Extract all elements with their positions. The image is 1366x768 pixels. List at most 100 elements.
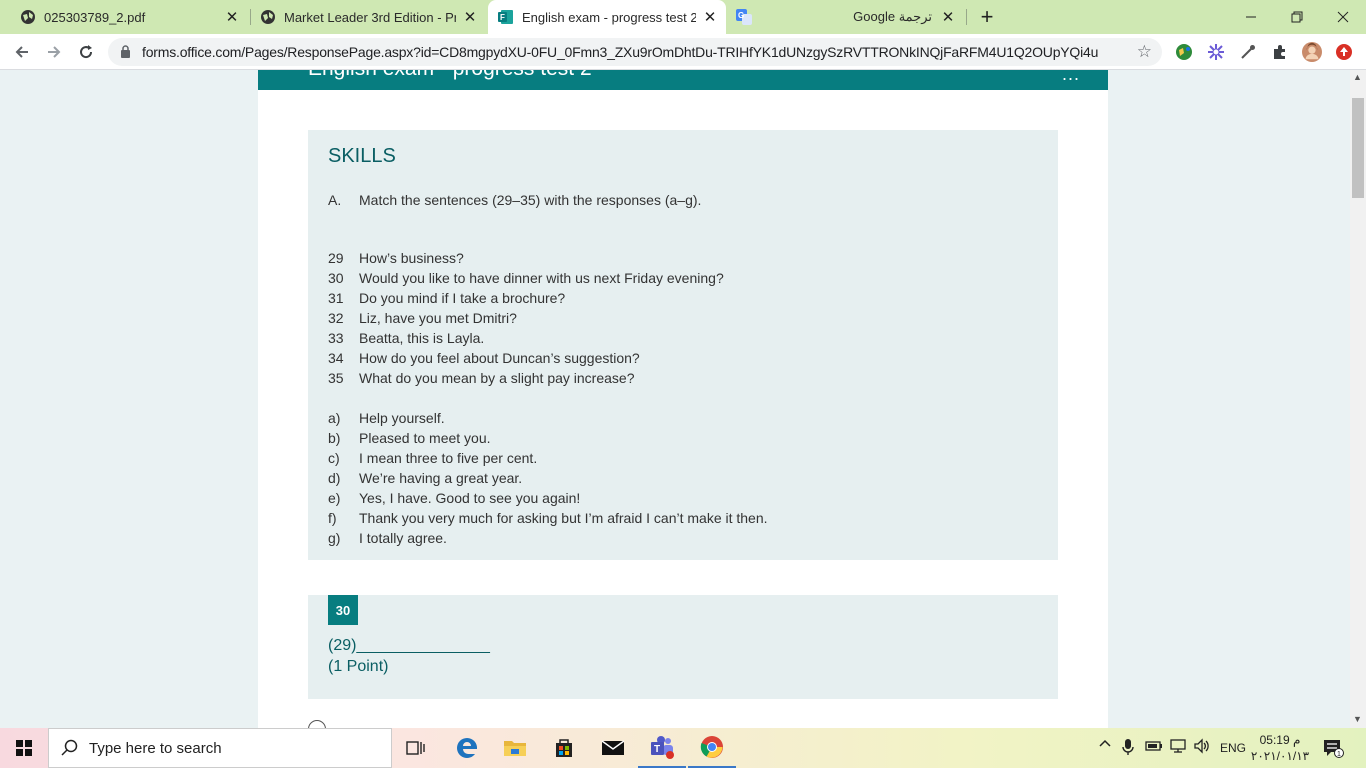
- edge-icon: [457, 737, 478, 758]
- question-number-badge: 30: [328, 595, 358, 625]
- globe-icon: [260, 9, 276, 25]
- sentence-text: What do you mean by a slight pay increas…: [359, 370, 635, 386]
- tab-separator: [966, 9, 967, 25]
- extensions-puzzle-icon[interactable]: [1270, 42, 1290, 62]
- answer-option-radio[interactable]: [308, 720, 326, 728]
- network-icon[interactable]: [1169, 738, 1187, 757]
- sentence-text: How do you feel about Duncan’s suggestio…: [359, 350, 640, 366]
- sentence-item: 33 Beatta, this is Layla.: [328, 330, 484, 350]
- response-text: Pleased to meet you.: [359, 430, 491, 446]
- response-text: Thank you very much for asking but I’m a…: [359, 510, 768, 526]
- microsoft-store-app[interactable]: [540, 728, 588, 768]
- tab-market-leader[interactable]: Market Leader 3rd Edition - Prelim ✕: [250, 0, 486, 34]
- scroll-up-arrow-icon[interactable]: ▲: [1353, 72, 1362, 82]
- sentence-item: 35 What do you mean by a slight pay incre…: [328, 370, 635, 390]
- response-letter: g): [328, 530, 341, 546]
- response-text: Yes, I have. Good to see you again!: [359, 490, 581, 506]
- teams-icon: T: [651, 736, 674, 759]
- skills-section: SKILLS A. Match the sentences (29–35) wit…: [308, 130, 1058, 560]
- tab-title: 025303789_2.pdf: [44, 9, 146, 25]
- response-text: I totally agree.: [359, 530, 447, 546]
- close-tab-icon[interactable]: ✕: [940, 9, 956, 26]
- response-letter: a): [328, 410, 341, 426]
- mail-icon: [601, 740, 625, 755]
- chrome-app[interactable]: [688, 728, 736, 768]
- instruction-text: Match the sentences (29–35) with the res…: [359, 192, 702, 208]
- page-viewport: English exam - progress test 2 ... SKILL…: [0, 70, 1350, 728]
- windows-logo-icon: [16, 740, 32, 756]
- volume-icon[interactable]: [1193, 738, 1211, 757]
- svg-text:G: G: [738, 11, 744, 20]
- forward-button[interactable]: [42, 40, 66, 64]
- close-tab-icon[interactable]: ✕: [224, 9, 240, 26]
- search-placeholder: Type here to search: [89, 740, 222, 757]
- lock-icon[interactable]: [120, 45, 131, 63]
- browser-toolbar: forms.office.com/Pages/ResponsePage.aspx…: [0, 34, 1366, 70]
- system-clock[interactable]: 05:19 م ٢٠٢١/٠١/١٣: [1250, 732, 1310, 764]
- more-options-button[interactable]: ...: [1062, 70, 1080, 85]
- globe-icon: [20, 9, 36, 25]
- input-language[interactable]: ENG: [1220, 741, 1246, 755]
- sentence-number: 32: [328, 310, 344, 326]
- forms-icon: F: [498, 9, 514, 25]
- bookmark-star-icon[interactable]: ☆: [1137, 42, 1152, 62]
- response-item: a) Help yourself.: [328, 410, 445, 430]
- extension-globe-icon[interactable]: [1174, 42, 1194, 62]
- store-icon: [556, 739, 572, 757]
- windows-taskbar: Type here to search T ENG 05:19 م ٢٠٢١/٠…: [0, 728, 1366, 768]
- form-title: English exam - progress test 2: [308, 70, 592, 81]
- tab-title: Google ترجمة: [853, 9, 932, 24]
- sentence-item: 31 Do you mind if I take a brochure?: [328, 290, 565, 310]
- sentence-number: 29: [328, 250, 344, 266]
- question-points: (1 Point): [328, 658, 389, 675]
- battery-icon[interactable]: [1145, 738, 1163, 755]
- url-text: forms.office.com/Pages/ResponsePage.aspx…: [142, 44, 1099, 60]
- address-bar[interactable]: forms.office.com/Pages/ResponsePage.aspx…: [108, 38, 1162, 66]
- restore-button[interactable]: [1274, 0, 1320, 34]
- teams-app[interactable]: T: [638, 728, 686, 768]
- scroll-down-arrow-icon[interactable]: ▼: [1353, 714, 1362, 724]
- mail-app[interactable]: [589, 728, 637, 768]
- sentence-item: 32 Liz, have you met Dmitri?: [328, 310, 517, 330]
- update-icon[interactable]: [1334, 42, 1354, 62]
- page-scrollbar[interactable]: ▲ ▼: [1350, 70, 1366, 728]
- tab-title: Market Leader 3rd Edition - Prelim: [284, 9, 456, 25]
- notification-center-icon[interactable]: 1: [1322, 738, 1344, 763]
- file-explorer-app[interactable]: [491, 728, 539, 768]
- taskbar-search-box[interactable]: Type here to search: [48, 728, 392, 768]
- reload-button[interactable]: [74, 40, 98, 64]
- response-letter: c): [328, 450, 340, 466]
- start-button[interactable]: [0, 728, 48, 768]
- form-card: English exam - progress test 2 ... SKILL…: [258, 70, 1108, 728]
- minimize-button[interactable]: [1228, 0, 1274, 34]
- profile-avatar[interactable]: [1302, 42, 1322, 62]
- search-icon: [61, 739, 79, 762]
- sentence-item: 30 Would you like to have dinner with us …: [328, 270, 724, 290]
- eyedropper-icon[interactable]: [1238, 42, 1258, 62]
- tab-pdf[interactable]: 025303789_2.pdf ✕: [10, 0, 248, 34]
- response-letter: b): [328, 430, 341, 446]
- extension-flower-icon[interactable]: [1206, 42, 1226, 62]
- sentence-number: 31: [328, 290, 344, 306]
- clock-date: ٢٠٢١/٠١/١٣: [1250, 749, 1310, 763]
- back-button[interactable]: [10, 40, 34, 64]
- close-tab-icon[interactable]: ✕: [462, 9, 478, 26]
- close-window-button[interactable]: [1320, 0, 1366, 34]
- response-letter: f): [328, 510, 337, 526]
- close-tab-icon[interactable]: ✕: [702, 9, 718, 26]
- sentence-text: Would you like to have dinner with us ne…: [359, 270, 724, 286]
- tab-english-exam[interactable]: F English exam - progress test 2 ✕: [488, 0, 726, 34]
- microphone-icon[interactable]: [1122, 738, 1134, 759]
- task-view-button[interactable]: [392, 728, 440, 768]
- edge-legacy-app[interactable]: [443, 728, 491, 768]
- show-hidden-icons-chevron-icon[interactable]: [1098, 737, 1112, 754]
- translate-icon: G: [736, 9, 752, 25]
- response-item: g) I totally agree.: [328, 530, 447, 550]
- sentence-number: 34: [328, 350, 344, 366]
- response-item: e) Yes, I have. Good to see you again!: [328, 490, 580, 510]
- scrollbar-thumb[interactable]: [1352, 98, 1364, 198]
- tab-google-translate[interactable]: G Google ترجمة ✕: [728, 0, 964, 34]
- section-heading: SKILLS: [328, 145, 396, 167]
- response-text: Help yourself.: [359, 410, 445, 426]
- new-tab-button[interactable]: +: [976, 4, 998, 29]
